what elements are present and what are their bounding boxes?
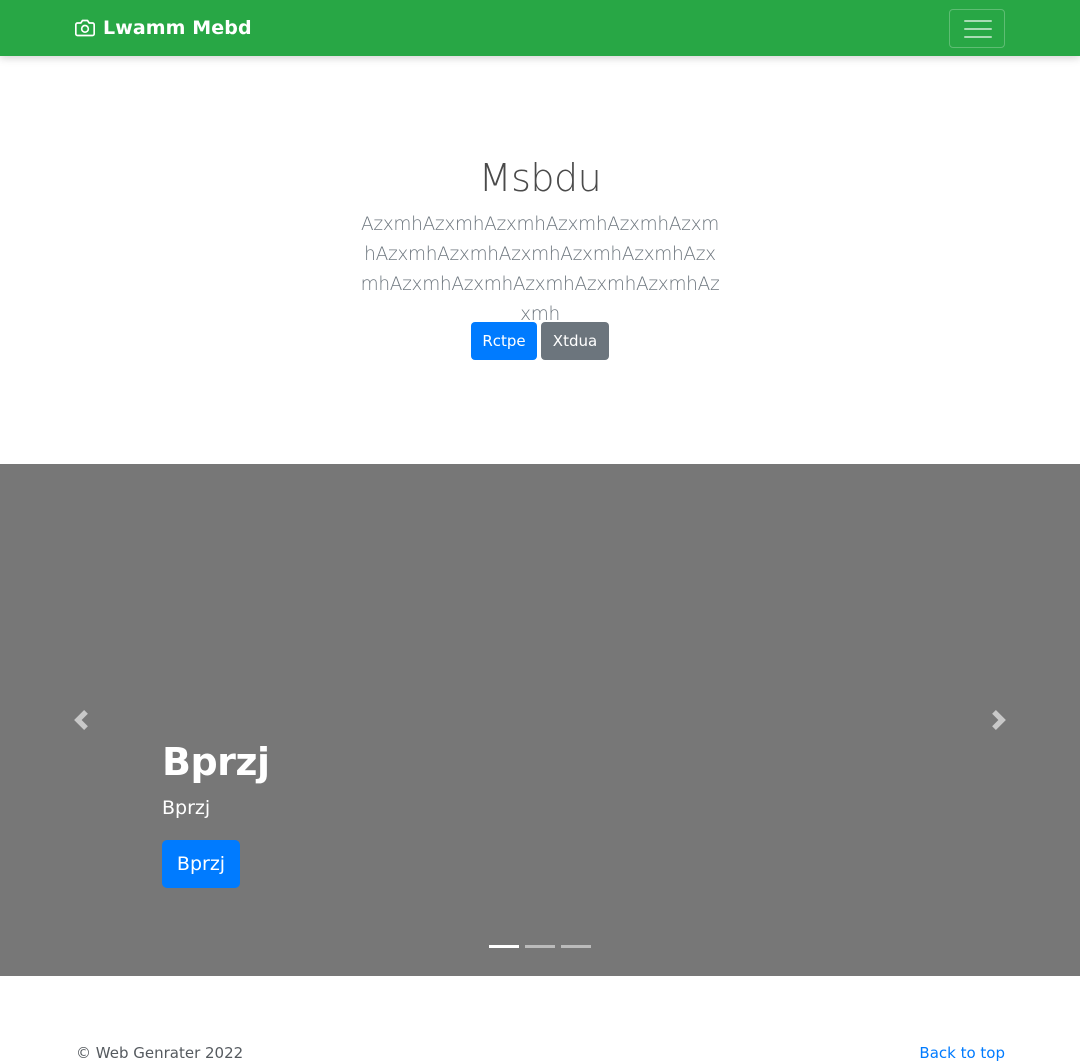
- camera-icon: [75, 19, 95, 37]
- back-to-top-link[interactable]: Back to top: [919, 1042, 1005, 1064]
- slide-caption-title: Bprzj: [162, 740, 270, 784]
- carousel-next-button[interactable]: [918, 464, 1080, 976]
- hero-title: Msbdu: [478, 156, 602, 200]
- carousel: Bprzj Bprzj Bprzj: [0, 464, 1080, 976]
- navbar: Lwamm Mebd: [0, 0, 1080, 56]
- carousel-indicator-1[interactable]: [489, 945, 519, 948]
- hamburger-menu-icon: [964, 20, 992, 38]
- hero-lead-text: AzxmhAzxmhAzxmhAzxmhAzxmhAzxmhAzxmhAzxmh…: [360, 214, 720, 325]
- chevron-left-icon: [74, 710, 88, 730]
- chevron-right-icon: [992, 710, 1006, 730]
- brand-name: Lwamm Mebd: [103, 17, 252, 39]
- brand-link[interactable]: Lwamm Mebd: [75, 16, 252, 40]
- slide-caption-button[interactable]: Bprzj: [162, 840, 240, 888]
- carousel-indicator-2[interactable]: [525, 945, 555, 948]
- slide-caption-text: Bprzj: [162, 797, 211, 819]
- primary-action-button[interactable]: Rctpe: [471, 322, 537, 360]
- footer-copyright: © Web Genrater 2022: [76, 1044, 244, 1062]
- secondary-action-button[interactable]: Xtdua: [541, 322, 609, 360]
- navbar-toggler-button[interactable]: [949, 9, 1005, 48]
- carousel-indicator-3[interactable]: [561, 945, 591, 948]
- carousel-prev-button[interactable]: [0, 464, 162, 976]
